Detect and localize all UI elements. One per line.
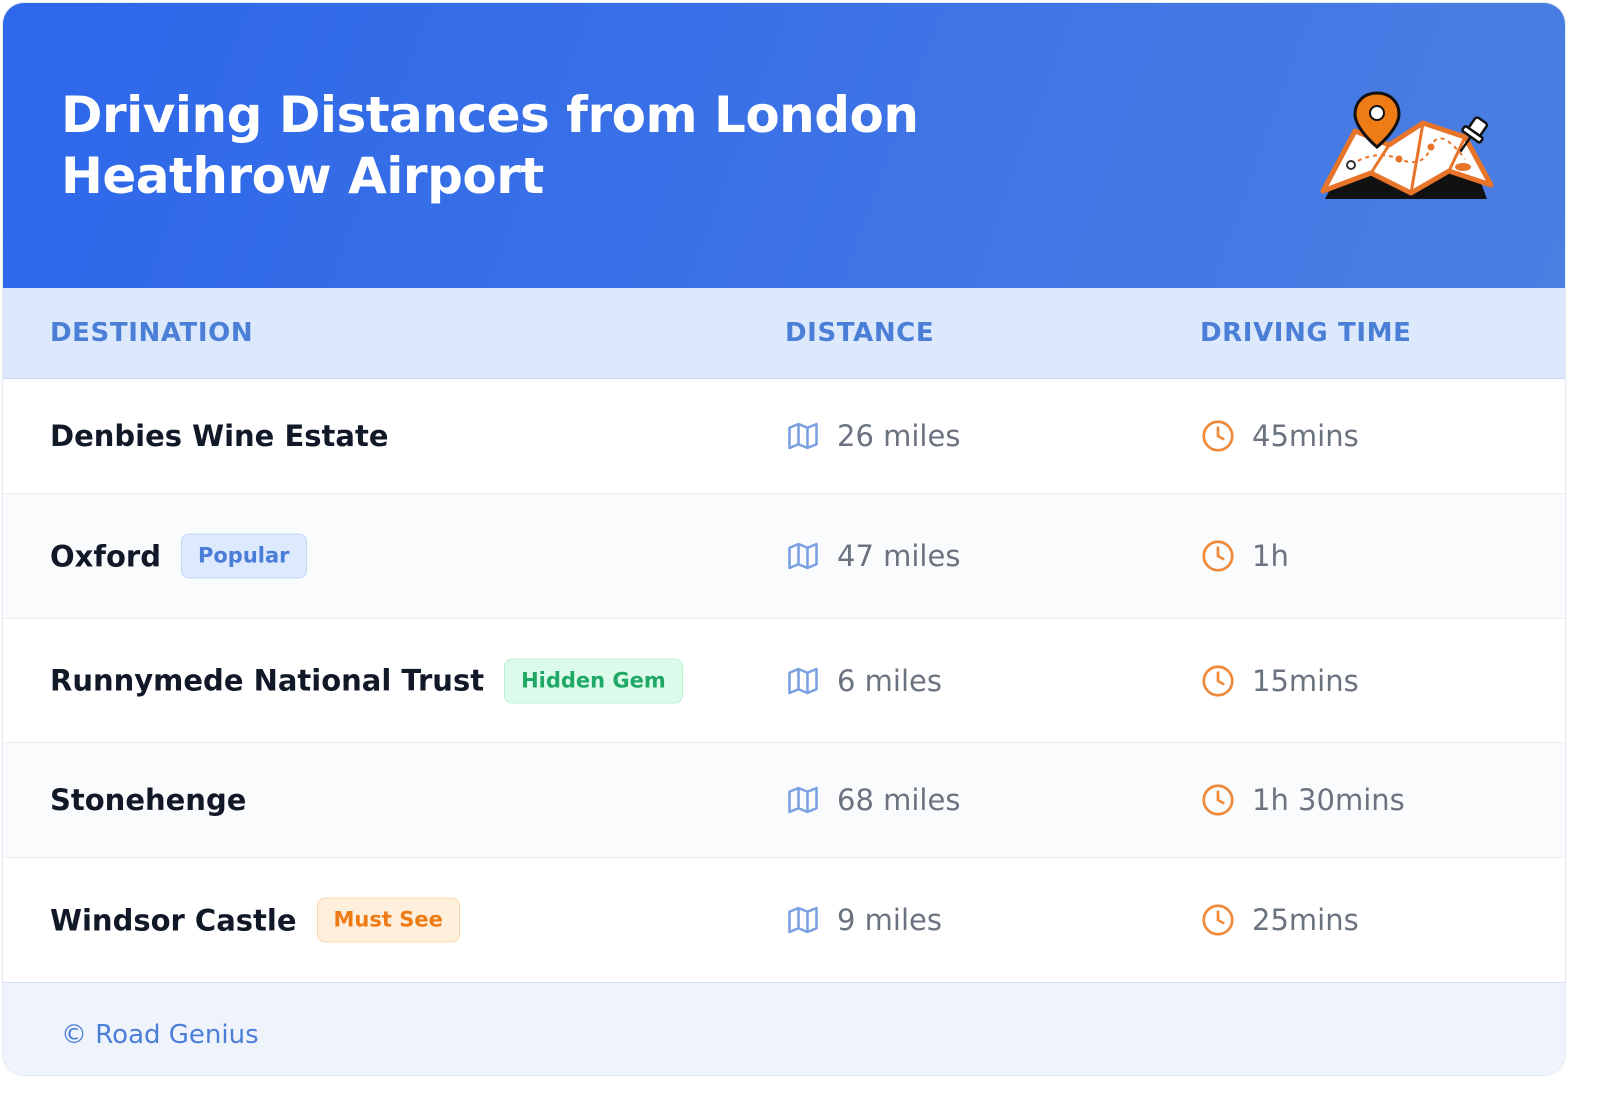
driving-time-value: 15mins — [1252, 663, 1359, 698]
map-icon — [788, 786, 818, 814]
card-header: Driving Distances from London Heathrow A… — [3, 3, 1565, 288]
map-icon — [788, 542, 818, 570]
driving-time-value: 1h 30mins — [1252, 783, 1405, 817]
popular-badge: Popular — [180, 533, 307, 579]
page-title: Driving Distances from London Heathrow A… — [61, 86, 919, 205]
distance-value: 6 miles — [837, 663, 942, 698]
table-row: Windsor Castle Must See 9 miles 25mins — [3, 858, 1565, 982]
driving-time-cell: 15mins — [1200, 663, 1359, 699]
driving-time-cell: 1h — [1200, 538, 1289, 574]
column-header-driving-time: DRIVING TIME — [1200, 318, 1412, 348]
copyright-credit: © Road Genius — [61, 1020, 259, 1050]
driving-time-value: 25mins — [1252, 903, 1359, 937]
distance-card: Driving Distances from London Heathrow A… — [2, 2, 1566, 1076]
driving-time-cell: 45mins — [1200, 418, 1359, 454]
distance-value: 9 miles — [837, 903, 942, 937]
driving-time-cell: 1h 30mins — [1200, 782, 1405, 818]
table-row: Denbies Wine Estate 26 miles 45mins — [3, 379, 1565, 494]
distance-cell: 47 miles — [785, 538, 960, 574]
distance-cell: 6 miles — [785, 663, 942, 699]
destination-name: Oxford — [50, 539, 161, 573]
map-icon — [788, 422, 818, 450]
table-row: Oxford Popular 47 miles 1h — [3, 494, 1565, 619]
driving-time-cell: 25mins — [1200, 902, 1359, 938]
destination-name: Denbies Wine Estate — [50, 419, 389, 453]
destination-name: Windsor Castle — [50, 903, 297, 937]
distance-cell: 26 miles — [785, 418, 960, 454]
must-see-badge: Must See — [316, 897, 460, 943]
column-header-destination: DESTINATION — [50, 318, 254, 348]
driving-time-value: 1h — [1252, 539, 1289, 573]
distance-cell: 9 miles — [785, 902, 942, 938]
destination-cell: Denbies Wine Estate — [50, 419, 388, 453]
destination-cell: Windsor Castle Must See — [50, 897, 460, 943]
destination-name: Runnymede National Trust — [50, 663, 485, 698]
destination-name: Stonehenge — [50, 783, 247, 817]
hidden-gem-badge: Hidden Gem — [504, 658, 683, 703]
destination-cell: Runnymede National Trust Hidden Gem — [50, 658, 683, 703]
distance-value: 26 miles — [837, 419, 961, 453]
destination-cell: Oxford Popular — [50, 533, 307, 579]
distance-cell: 68 miles — [785, 782, 960, 818]
column-header-distance: DISTANCE — [785, 318, 935, 348]
clock-icon — [1202, 540, 1234, 572]
clock-icon — [1202, 664, 1234, 697]
map-icon — [788, 906, 818, 934]
clock-icon — [1202, 420, 1234, 452]
driving-time-value: 45mins — [1252, 419, 1359, 453]
map-icon — [788, 667, 818, 694]
clock-icon — [1202, 784, 1234, 816]
table-row: Stonehenge 68 miles 1h 30mins — [3, 743, 1565, 858]
table-row: Runnymede National Trust Hidden Gem 6 mi… — [3, 619, 1565, 743]
clock-icon — [1202, 904, 1234, 936]
distance-value: 68 miles — [837, 783, 961, 817]
card-footer: © Road Genius — [3, 982, 1565, 1075]
distance-value: 47 miles — [837, 539, 961, 573]
table-header: DESTINATION DISTANCE DRIVING TIME — [3, 288, 1565, 379]
map-with-pins-icon — [1320, 91, 1494, 199]
destination-cell: Stonehenge — [50, 783, 246, 817]
